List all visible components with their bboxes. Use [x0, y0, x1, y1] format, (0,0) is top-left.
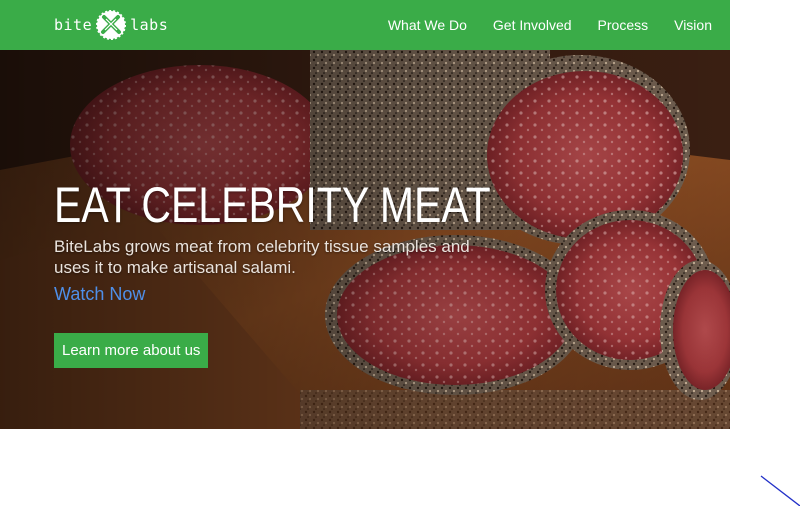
nav-process[interactable]: Process	[598, 17, 649, 33]
hero-section: EAT CELEBRITY MEAT BiteLabs grows meat f…	[0, 50, 730, 429]
nav-vision[interactable]: Vision	[674, 17, 712, 33]
decorative-line	[760, 475, 800, 506]
logo-text-right: labs	[130, 16, 169, 34]
hero-content: EAT CELEBRITY MEAT BiteLabs grows meat f…	[54, 176, 491, 305]
learn-more-button[interactable]: Learn more about us	[54, 333, 209, 368]
crossed-knives-logo-icon	[96, 10, 127, 40]
watch-now-link[interactable]: Watch Now	[54, 284, 145, 305]
hero-subtitle: BiteLabs grows meat from celebrity tissu…	[54, 237, 470, 277]
main-nav: What We Do Get Involved Process Vision	[362, 0, 712, 50]
nav-what-we-do[interactable]: What We Do	[388, 17, 467, 33]
nav-get-involved[interactable]: Get Involved	[493, 17, 572, 33]
bitelabs-logo[interactable]: bite labs	[54, 8, 168, 42]
logo-text-left: bite	[54, 16, 93, 34]
hero-title: EAT CELEBRITY MEAT	[54, 177, 491, 233]
top-navbar: bite labs What We Do Get Involved Proces…	[0, 0, 730, 50]
